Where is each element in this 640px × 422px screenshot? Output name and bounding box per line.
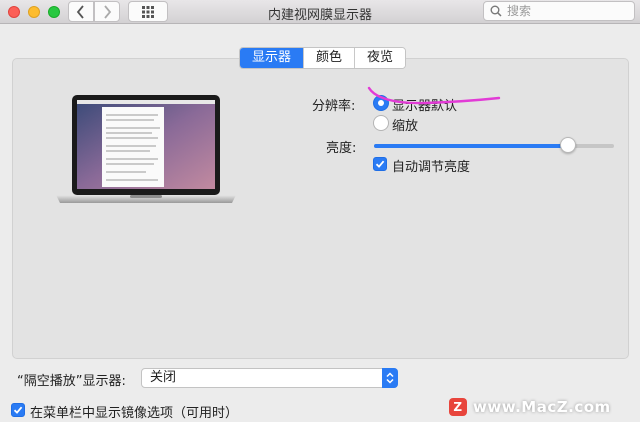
macz-logo-icon: Z [449,398,467,416]
search-field[interactable] [483,1,635,21]
brightness-label: 亮度: [326,141,357,156]
watermark: Z www.MacZ.com [449,396,611,418]
airplay-select-value: 关闭 [150,370,177,385]
tab-display[interactable]: 显示器 [240,48,305,68]
tab-night-shift[interactable]: 夜览 [355,48,406,68]
checkmark-icon [375,160,385,168]
mirror-option-label[interactable]: 在菜单栏中显示镜像选项（可用时） [30,402,238,421]
tab-bar: 显示器 颜色 夜览 [239,47,407,69]
select-arrows-icon [382,368,398,388]
resolution-scaled-radio[interactable] [373,115,389,131]
resolution-scaled-label[interactable]: 缩放 [392,115,418,134]
tab-color[interactable]: 颜色 [304,48,356,68]
brightness-slider-fill [374,144,569,148]
macbook-illustration [56,95,236,203]
mirror-option-checkbox[interactable] [11,403,25,417]
brightness-slider[interactable] [374,137,614,153]
auto-brightness-checkbox[interactable] [373,157,387,171]
checkmark-icon [13,406,23,414]
airplay-select[interactable]: 关闭 [141,368,398,388]
search-icon [490,5,502,17]
watermark-text: www.MacZ.com [473,398,611,416]
auto-brightness-label[interactable]: 自动调节亮度 [392,156,470,175]
resolution-label: 分辨率: [312,99,356,114]
title-bar: 内建视网膜显示器 [0,0,640,24]
search-input[interactable] [507,4,625,18]
airplay-label: “隔空播放”显示器: [17,374,126,389]
annotation-stroke [367,86,501,105]
